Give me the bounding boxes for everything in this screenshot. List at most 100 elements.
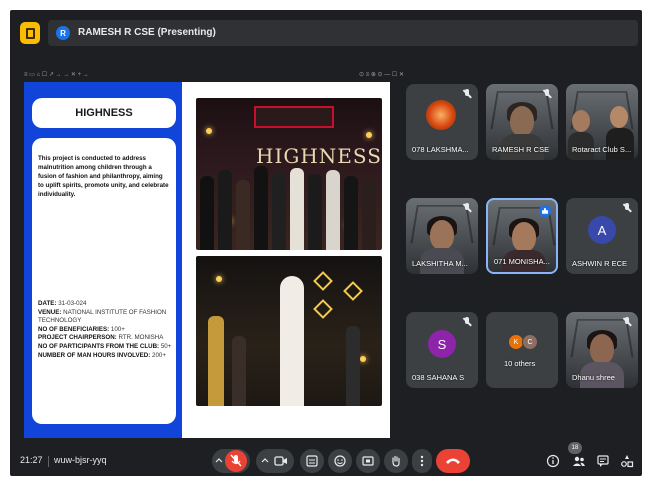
participant-face <box>510 106 534 136</box>
presented-slide: HIGHNESS This project is conducted to ad… <box>24 82 390 438</box>
stage-title: HIGHNESS <box>256 144 382 168</box>
others-count: 10 others <box>504 359 536 368</box>
mic-off-icon <box>462 203 472 213</box>
mic-off-icon <box>622 317 632 327</box>
person-silhouette <box>326 170 340 250</box>
stage-banner <box>254 106 334 128</box>
person-silhouette <box>254 166 268 250</box>
mic-off-icon <box>622 203 632 213</box>
participant-name: 038 SAHANA S <box>412 373 465 382</box>
others-avatar: C <box>522 334 538 350</box>
presenter-avatar: R <box>56 26 70 40</box>
shared-toolbar-right: ⊙ ≡ ⊕ ⊙ — ☐ ✕ <box>359 72 404 78</box>
stage-light <box>360 356 366 362</box>
slide-info-panel: HIGHNESS This project is conducted to ad… <box>24 82 182 438</box>
person-silhouette <box>290 168 304 250</box>
meet-logo-icon <box>20 22 40 44</box>
participant-tile[interactable]: S 038 SAHANA S <box>406 312 478 388</box>
meet-window: R RAMESH R CSE (Presenting) ≡ ▭ ⌂ ☐ ↗ → … <box>10 10 642 476</box>
mic-off-icon <box>462 89 472 99</box>
presenting-banner[interactable]: R RAMESH R CSE (Presenting) <box>48 20 638 46</box>
fact-venue: VENUE: NATIONAL INSTITUTE OF FASHION TEC… <box>38 308 167 325</box>
stage-light <box>216 276 222 282</box>
participant-name: LAKSHITHA M... <box>412 259 468 268</box>
person-silhouette <box>208 316 224 406</box>
runway-photo <box>196 256 382 406</box>
participant-picture <box>426 100 456 130</box>
more-options-button[interactable] <box>412 449 432 473</box>
stage-light <box>366 132 372 138</box>
fact-participants: NO OF PARTICIPANTS FROM THE CLUB: 50+ <box>38 342 172 350</box>
event-stage-photo: HIGHNESS <box>196 98 382 250</box>
participant-tile[interactable]: Dhanu shree <box>566 312 638 388</box>
meeting-time: 21:27 <box>20 455 43 465</box>
leave-call-button[interactable] <box>436 449 470 473</box>
meeting-code: wuw-bjsr-yyq <box>54 455 107 465</box>
participant-name: ASHWIN R ECE <box>572 259 628 268</box>
participant-name: 071 MONISHA... <box>494 257 550 266</box>
meeting-info-button[interactable] <box>544 452 562 470</box>
slide-description: This project is conducted to address mal… <box>38 155 169 198</box>
participant-avatar: A <box>588 216 616 244</box>
participant-count-badge: 18 <box>568 442 582 454</box>
people-button[interactable]: 18 <box>568 442 588 470</box>
stage-light <box>206 128 212 134</box>
participant-face <box>590 334 614 364</box>
chevron-up-icon <box>215 458 223 463</box>
mic-button[interactable] <box>212 449 250 473</box>
captions-button[interactable] <box>300 449 324 473</box>
bottom-bar: 21:27 wuw-bjsr-yyq 18 <box>10 442 642 476</box>
participant-name: Rotaract Club S... <box>572 145 632 154</box>
model-silhouette <box>280 276 304 406</box>
activities-icon <box>621 455 634 468</box>
person-silhouette <box>272 172 286 250</box>
activities-button[interactable] <box>618 452 636 470</box>
participant-tile-active-speaker[interactable]: 071 MONISHA... <box>486 198 558 274</box>
top-bar: R RAMESH R CSE (Presenting) <box>10 10 642 54</box>
participant-body <box>606 128 634 160</box>
emoji-icon <box>334 455 346 467</box>
captions-icon <box>306 455 318 467</box>
participant-face <box>572 110 590 132</box>
participant-tile[interactable]: Rotaract Club S... <box>566 84 638 160</box>
participant-face <box>610 106 628 128</box>
chat-button[interactable] <box>594 452 612 470</box>
fact-date: DATE: 31-03-024 <box>38 300 87 307</box>
others-tile[interactable]: K C 10 others <box>486 312 558 388</box>
camera-icon <box>273 456 287 466</box>
person-silhouette <box>308 174 322 250</box>
person-silhouette <box>362 180 376 250</box>
chevron-up-icon <box>261 458 268 463</box>
shared-toolbar-left: ≡ ▭ ⌂ ☐ ↗ → → ✕ + → <box>24 72 89 78</box>
others-avatars: K C <box>508 334 542 350</box>
mic-off-icon <box>542 89 552 99</box>
participant-tile[interactable]: 078 LAKSHMA... <box>406 84 478 160</box>
shared-screen-toolbar: ≡ ▭ ⌂ ☐ ↗ → → ✕ + → ⊙ ≡ ⊕ ⊙ — ☐ ✕ <box>24 68 404 82</box>
emoji-button[interactable] <box>328 449 352 473</box>
participant-tile[interactable]: RAMESH R CSE <box>486 84 558 160</box>
raise-hand-button[interactable] <box>384 449 408 473</box>
info-icon <box>546 454 560 468</box>
person-silhouette <box>344 176 358 250</box>
participant-name: Dhanu shree <box>572 373 615 382</box>
participant-name: 078 LAKSHMA... <box>412 145 469 154</box>
person-silhouette <box>232 336 246 406</box>
present-screen-icon <box>362 456 374 466</box>
more-vert-icon <box>420 455 424 467</box>
participant-tile[interactable]: LAKSHITHA M... <box>406 198 478 274</box>
fact-man-hours: NUMBER OF MAN HOURS INVOLVED: 200+ <box>38 351 166 359</box>
presenting-label: RAMESH R CSE (Presenting) <box>78 27 216 38</box>
person-silhouette <box>218 170 232 250</box>
decor-diamond <box>343 281 363 301</box>
mic-off-icon <box>462 317 472 327</box>
hand-icon <box>392 455 400 467</box>
present-button[interactable] <box>356 449 380 473</box>
slide-heading: HIGHNESS <box>32 98 176 128</box>
fact-beneficiaries: NO OF BENEFICIARIES: 100+ <box>38 325 125 333</box>
participant-face <box>430 220 454 250</box>
participant-tile[interactable]: A ASHWIN R ECE <box>566 198 638 274</box>
slide-info-card: This project is conducted to address mal… <box>32 138 176 424</box>
participant-name: RAMESH R CSE <box>492 145 550 154</box>
fact-chairperson: PROJECT CHAIRPERSON: RTR. MONISHA <box>38 334 164 342</box>
camera-button[interactable] <box>256 449 294 473</box>
